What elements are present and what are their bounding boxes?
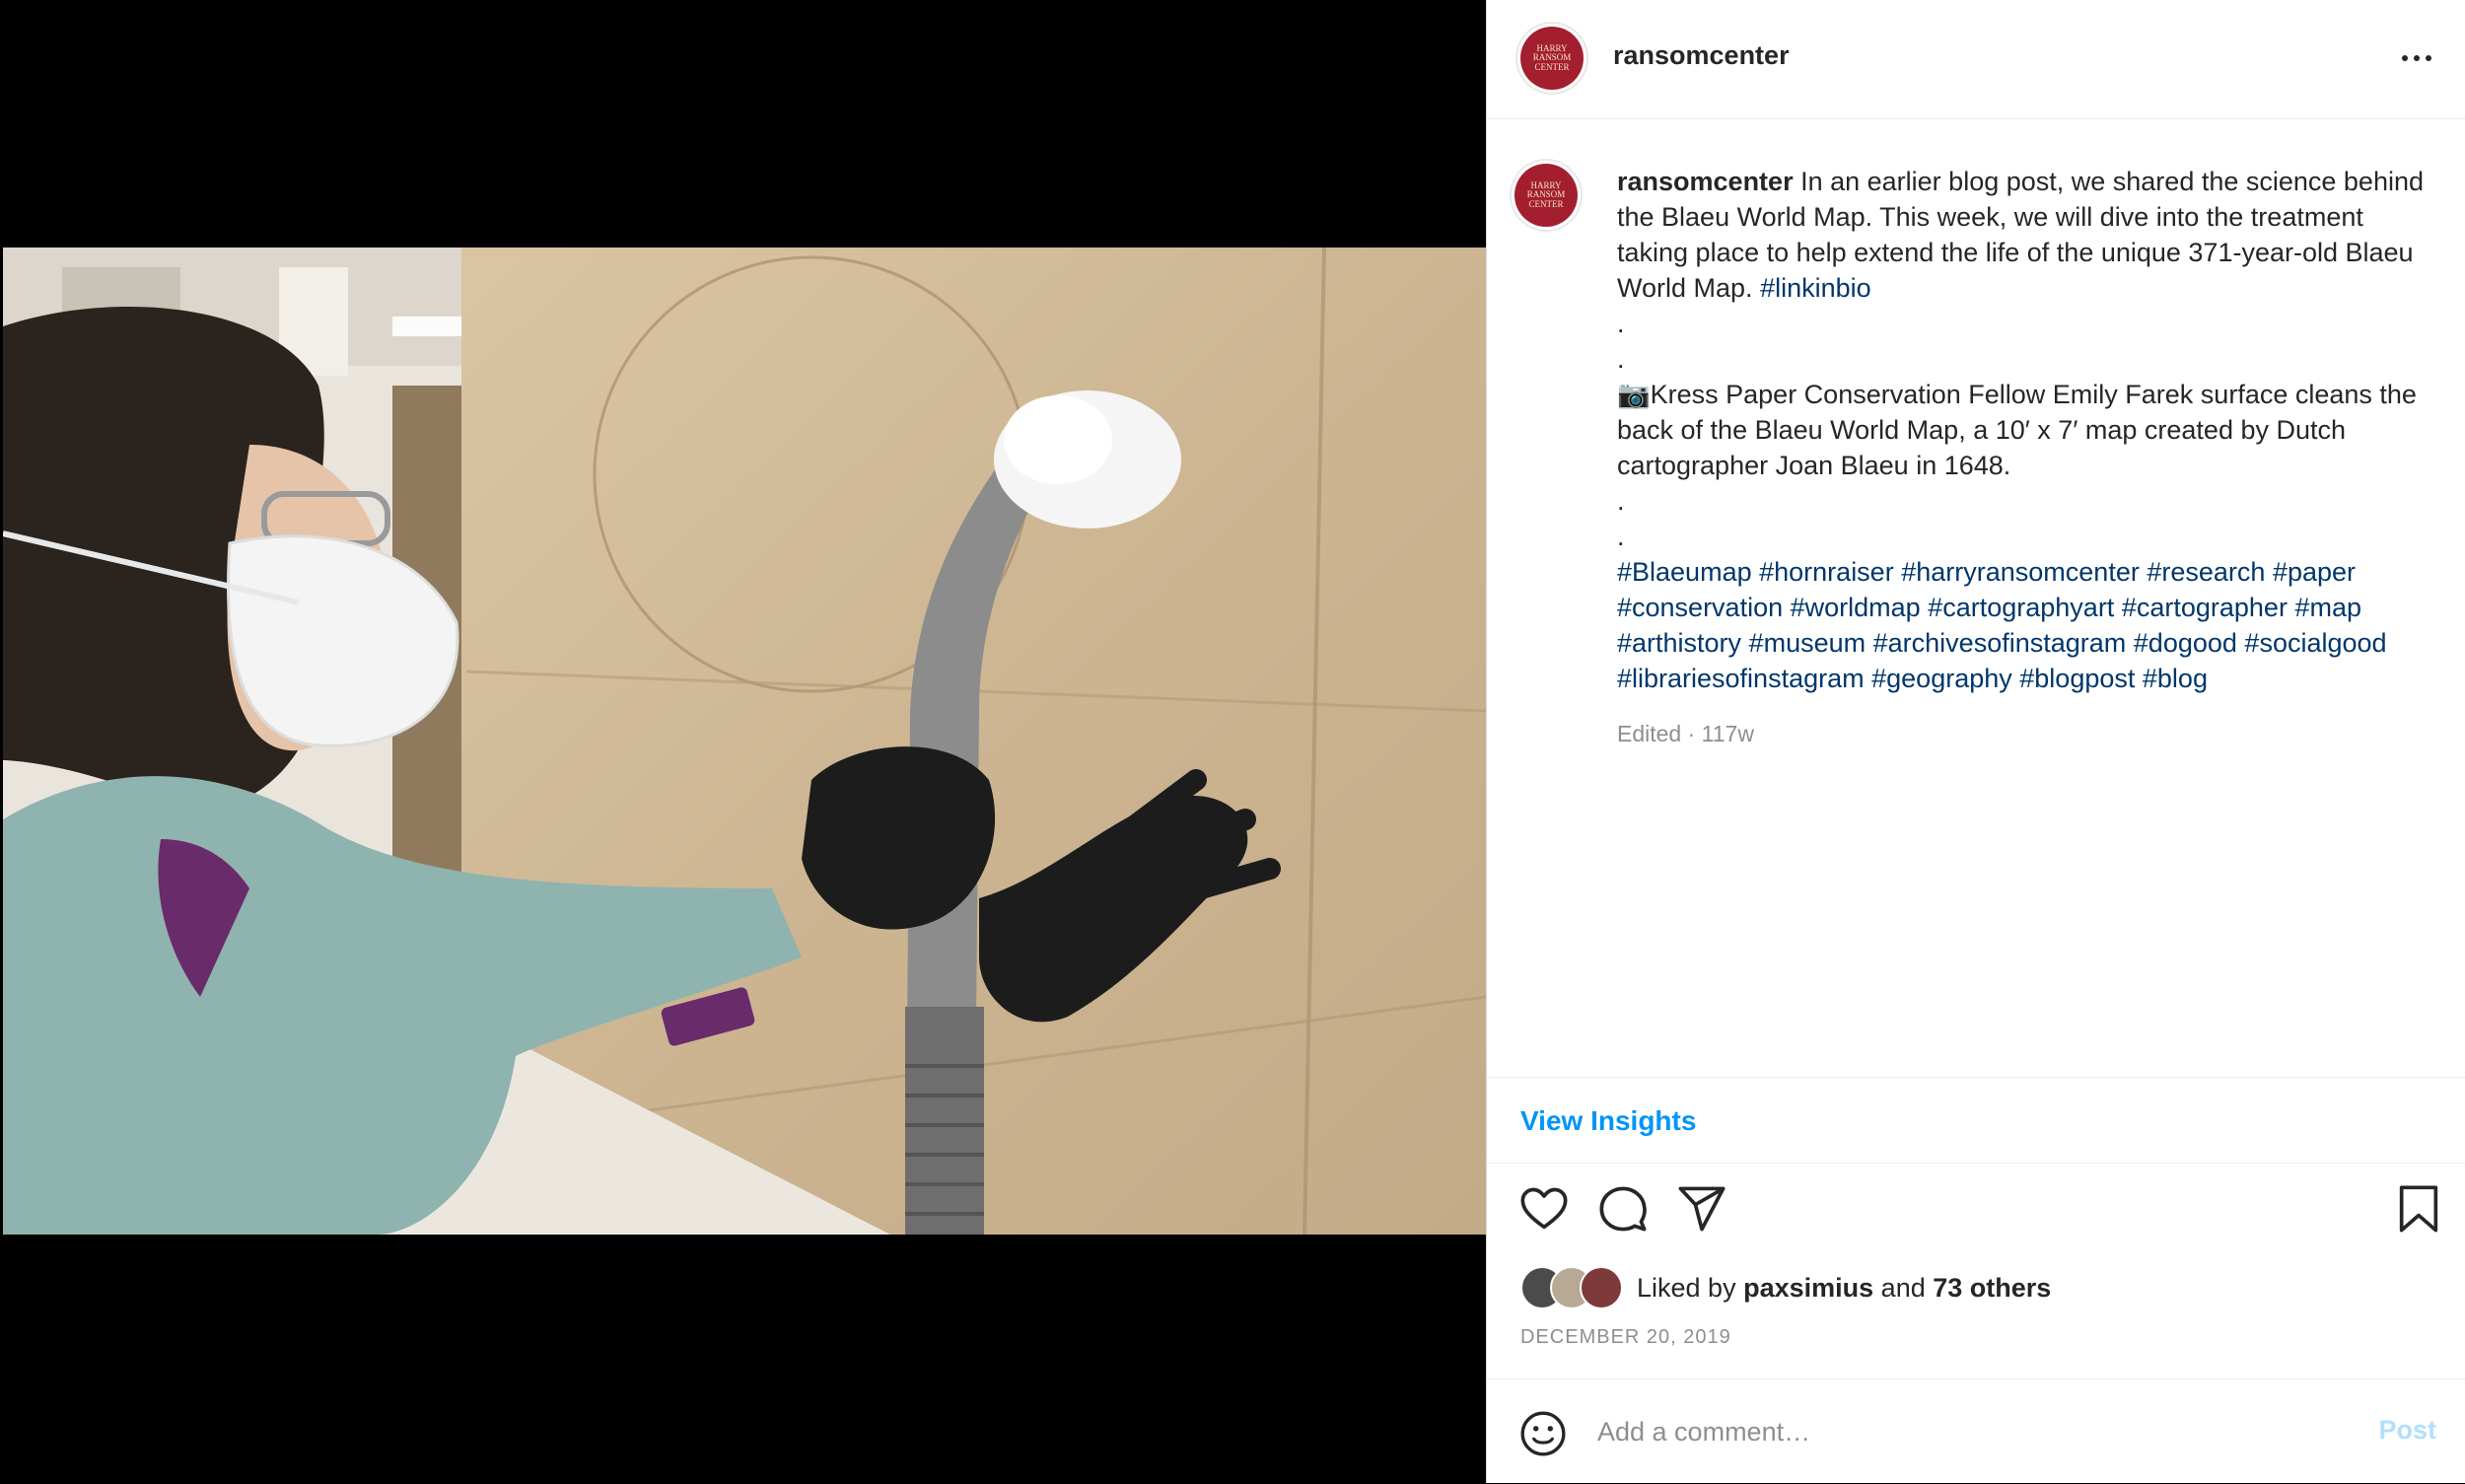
hashtag-link[interactable]: #dogood bbox=[2134, 628, 2237, 658]
avatar-logo-text: HARRY RANSOM CENTER bbox=[1526, 179, 1566, 209]
post-header: HARRY RANSOM CENTER ransomcenter bbox=[1487, 0, 2465, 119]
caption-username[interactable]: ransomcenter bbox=[1617, 167, 1794, 196]
caption-dot: . bbox=[1617, 309, 1625, 338]
hashtag-link[interactable]: #cartographyart bbox=[1928, 593, 2114, 622]
caption-avatar[interactable]: HARRY RANSOM CENTER bbox=[1514, 164, 1578, 227]
hashtag-link[interactable]: #arthistory bbox=[1617, 628, 1741, 658]
post-media[interactable] bbox=[0, 0, 1486, 1483]
hashtag-link[interactable]: #cartographer bbox=[2122, 593, 2288, 622]
liked-by-others-link[interactable]: 73 others bbox=[1933, 1273, 2051, 1304]
liker-avatar bbox=[1580, 1266, 1623, 1309]
hashtag-link[interactable]: #harryransomcenter bbox=[1901, 557, 2140, 587]
hashtag-link[interactable]: #socialgood bbox=[2244, 628, 2386, 658]
caption-dot: . bbox=[1617, 486, 1625, 516]
post-panel: HARRY RANSOM CENTER ransomcenter HARRY R… bbox=[1486, 0, 2465, 1483]
hashtag-link[interactable]: #map bbox=[2294, 593, 2361, 622]
comment-bubble-icon[interactable] bbox=[1597, 1183, 1649, 1235]
hashtag-link[interactable]: #librariesofinstagram bbox=[1617, 664, 1865, 693]
hashtag-link[interactable]: #conservation bbox=[1617, 593, 1783, 622]
post-date[interactable]: DECEMBER 20, 2019 bbox=[1520, 1326, 1731, 1349]
comment-bar: Post bbox=[1487, 1378, 2465, 1484]
hashtag-link[interactable]: #blog bbox=[2143, 664, 2208, 693]
caption-body-text: 📷Kress Paper Conservation Fellow Emily F… bbox=[1617, 380, 2417, 480]
avatar-logo-text: HARRY RANSOM CENTER bbox=[1532, 42, 1572, 72]
profile-avatar[interactable]: HARRY RANSOM CENTER bbox=[1520, 27, 1584, 90]
caption-dot: . bbox=[1617, 522, 1625, 551]
hashtag-link[interactable]: #linkinbio bbox=[1760, 273, 1871, 303]
hashtag-link[interactable]: #blogpost bbox=[2019, 664, 2135, 693]
hashtag-link[interactable]: #hornraiser bbox=[1759, 557, 1894, 587]
hashtag-link[interactable]: #Blaeumap bbox=[1617, 557, 1752, 587]
edited-timestamp[interactable]: Edited · 117w bbox=[1617, 716, 2435, 751]
conservator-cleaning-map-image bbox=[3, 247, 1486, 1235]
hashtag-link[interactable]: #archivesofinstagram bbox=[1873, 628, 2127, 658]
bookmark-icon[interactable] bbox=[2393, 1183, 2444, 1235]
emoji-smile-icon[interactable] bbox=[1518, 1409, 1568, 1458]
liked-by-and: and bbox=[1880, 1272, 1926, 1303]
more-horizontal-icon[interactable] bbox=[2397, 43, 2436, 73]
comment-input[interactable] bbox=[1595, 1409, 2289, 1454]
paper-plane-icon[interactable] bbox=[1676, 1183, 1727, 1235]
view-insights-row: View Insights bbox=[1487, 1077, 2465, 1164]
heart-icon[interactable] bbox=[1518, 1183, 1570, 1235]
post-comment-button[interactable]: Post bbox=[2378, 1415, 2436, 1446]
hashtag-link[interactable]: #worldmap bbox=[1791, 593, 1921, 622]
caption-section: HARRY RANSOM CENTER ransomcenter In an e… bbox=[1487, 118, 2465, 1075]
liker-avatars[interactable] bbox=[1520, 1266, 1623, 1309]
hashtag-link[interactable]: #geography bbox=[1871, 664, 2012, 693]
caption-dot: . bbox=[1617, 344, 1625, 374]
hashtag-link[interactable]: #research bbox=[2147, 557, 2265, 587]
view-insights-button[interactable]: View Insights bbox=[1520, 1105, 1696, 1137]
hashtag-link[interactable]: #museum bbox=[1749, 628, 1866, 658]
hashtag-link[interactable]: #paper bbox=[2273, 557, 2356, 587]
post-caption: ransomcenter In an earlier blog post, we… bbox=[1617, 164, 2435, 751]
post-photo[interactable] bbox=[3, 247, 1486, 1235]
likes-summary: Liked by paxsimius and 73 others bbox=[1520, 1264, 2051, 1311]
action-bar bbox=[1487, 1183, 2465, 1242]
liked-by-prefix: Liked by bbox=[1637, 1272, 1736, 1303]
liked-by-user-link[interactable]: paxsimius bbox=[1743, 1273, 1873, 1304]
hashtag-list: #Blaeumap #hornraiser #harryransomcenter… bbox=[1617, 554, 2435, 696]
header-username[interactable]: ransomcenter bbox=[1613, 40, 1790, 71]
